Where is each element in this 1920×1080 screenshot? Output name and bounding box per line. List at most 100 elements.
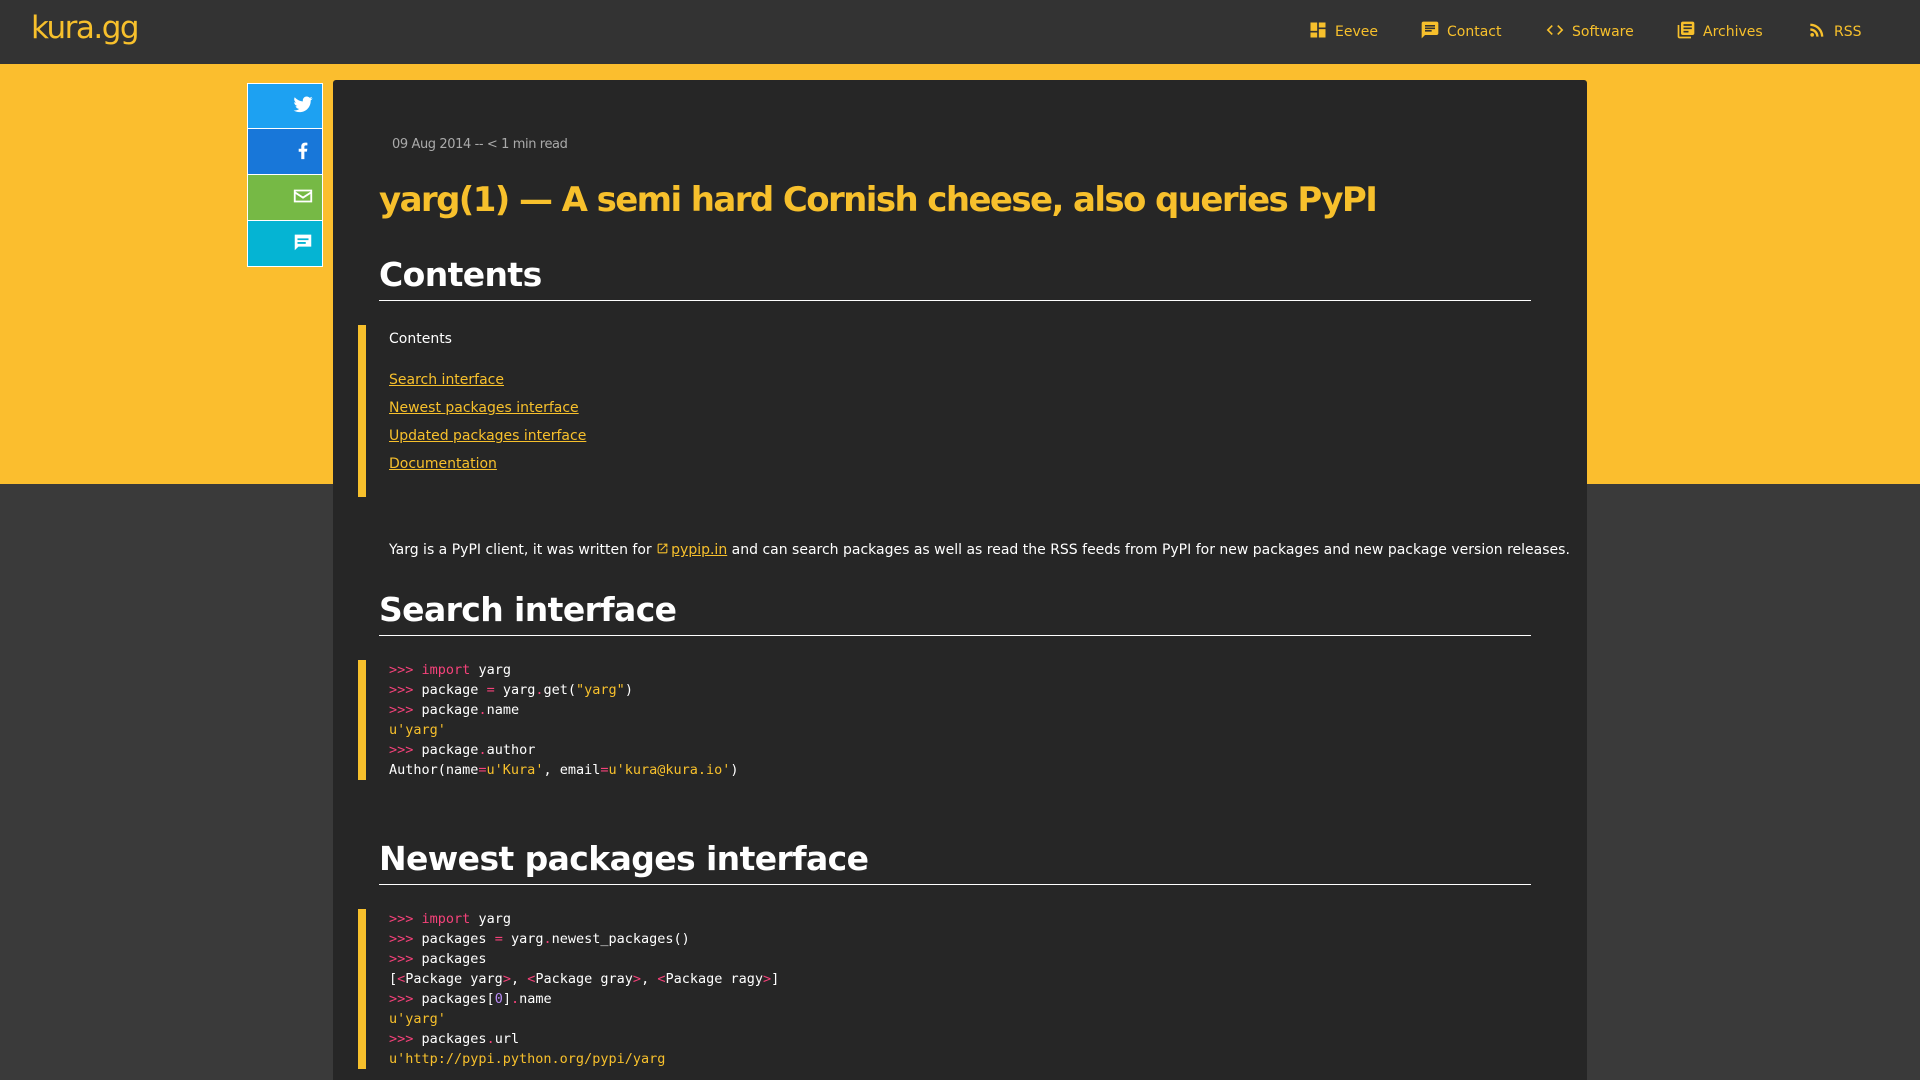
code-line: u'yarg' [389,720,1538,740]
nav-eevee[interactable]: Eevee [1308,0,1378,64]
site-logo-link[interactable]: kura.gg [31,10,140,46]
facebook-icon [292,139,314,165]
code-token: Package yarg [405,971,503,987]
nav-software[interactable]: Software [1545,0,1634,64]
code-line: >>> package.name [389,700,1538,720]
code-token: name [486,702,520,718]
intro-text: Yarg is a PyPI client, it was written fo… [389,542,657,558]
code-operator: = [600,762,609,778]
nav-eevee-label: Eevee [1335,24,1378,40]
code-prompt: >>> [389,682,414,698]
share-email-button[interactable] [247,175,323,221]
code-line: u'yarg' [389,1009,1538,1029]
code-string: "yarg" [576,682,625,698]
toc-item: Documentation [389,453,1538,481]
code-token: Package ragy [665,971,764,987]
comment-icon [292,231,314,257]
code-number: 0 [494,991,503,1007]
code-token: packages [421,931,487,947]
code-operator: . [478,742,487,758]
page-title: yarg(1) — A semi hard Cornish cheese, al… [379,180,1378,220]
top-navbar: kura.gg Eevee Contact Software Archives … [0,0,1920,64]
code-token: Author(name [389,762,479,778]
newest-packages-heading: Newest packages interface [379,839,1531,885]
code-token: yarg [478,662,511,678]
nav-contact[interactable]: Contact [1420,0,1501,64]
nav-rss[interactable]: RSS [1807,0,1862,64]
toc-link-newest-packages[interactable]: Newest packages interface [389,400,579,416]
code-token: packages[ [421,991,495,1007]
code-token: , email [543,762,601,778]
code-token: packages [421,1031,487,1047]
toc-item: Search interface [389,369,1538,397]
code-operator: > [763,971,772,987]
code-operator: > [502,971,511,987]
post-meta: 09 Aug 2014 -- < 1 min read [392,137,568,152]
book-icon [1676,20,1696,44]
share-comment-button[interactable] [247,221,323,267]
toc-link-updated-packages[interactable]: Updated packages interface [389,428,586,444]
code-line: Author(name=u'Kura', email=u'kura@kura.i… [389,760,1538,780]
contents-heading: Contents [379,255,1531,301]
code-prompt: >>> [389,1031,414,1047]
twitter-icon [292,93,314,119]
code-icon [1545,20,1565,44]
code-line: >>> packages[0].name [389,989,1538,1009]
code-token: Package gray [535,971,633,987]
pypip-link-label: pypip.in [671,542,728,558]
share-twitter-button[interactable] [247,83,323,129]
nav-rss-label: RSS [1834,24,1862,40]
toc-list: Search interface Newest packages interfa… [389,369,1538,481]
pypip-link[interactable]: pypip.in [656,542,727,558]
code-operator: = [494,931,503,947]
code-operator: . [543,931,552,947]
external-link-icon [656,542,671,558]
search-code-block: >>> import yarg >>> package = yarg.get("y… [358,660,1538,780]
nav-software-label: Software [1572,24,1634,40]
code-token: , [641,971,658,987]
share-facebook-button[interactable] [247,129,323,175]
code-operator: . [535,682,544,698]
code-prompt: >>> [389,991,414,1007]
toc-item: Newest packages interface [389,397,1538,425]
code-token: package [421,742,479,758]
intro-paragraph: Yarg is a PyPI client, it was written fo… [389,542,1570,558]
code-token: , [510,971,528,987]
nav-archives[interactable]: Archives [1676,0,1763,64]
code-operator: . [510,991,520,1007]
code-prompt: >>> [389,931,414,947]
code-prompt: >>> [389,742,414,758]
code-operator: . [478,702,487,718]
code-string: u'yarg' [389,722,446,738]
code-token: ] [502,991,511,1007]
code-line: >>> package = yarg.get("yarg") [389,680,1538,700]
code-operator: = [486,682,495,698]
code-prompt: >>> [389,702,414,718]
chat-icon [1420,20,1440,44]
code-line: >>> packages.url [389,1029,1538,1049]
search-interface-heading: Search interface [379,590,1531,636]
code-line: u'http://pypi.python.org/pypi/yarg [389,1049,1538,1069]
code-token: ) [730,762,739,778]
code-token: packages [421,951,487,967]
code-keyword: import [421,911,471,927]
code-line: >>> packages = yarg.newest_packages() [389,929,1538,949]
code-token: yarg [478,911,511,927]
code-token: yarg [502,682,536,698]
code-token: ] [771,971,780,987]
code-string: u'http://pypi.python.org/pypi/yarg [389,1051,666,1067]
code-token: [ [389,971,398,987]
dashboard-icon [1308,20,1328,44]
intro-text-rest: and can search packages as well as read … [727,542,1570,558]
code-prompt: >>> [389,951,414,967]
toc-link-documentation[interactable]: Documentation [389,456,497,472]
toc-link-search-interface[interactable]: Search interface [389,372,504,388]
email-icon [292,185,314,211]
code-token: newest_packages() [551,931,690,947]
share-bar [247,83,323,267]
code-operator: > [632,971,642,987]
newest-code-block: >>> import yarg >>> packages = yarg.newes… [358,909,1538,1069]
code-line: >>> package.author [389,740,1538,760]
table-of-contents: Contents Search interface Newest package… [358,325,1538,497]
rss-icon [1807,20,1827,44]
